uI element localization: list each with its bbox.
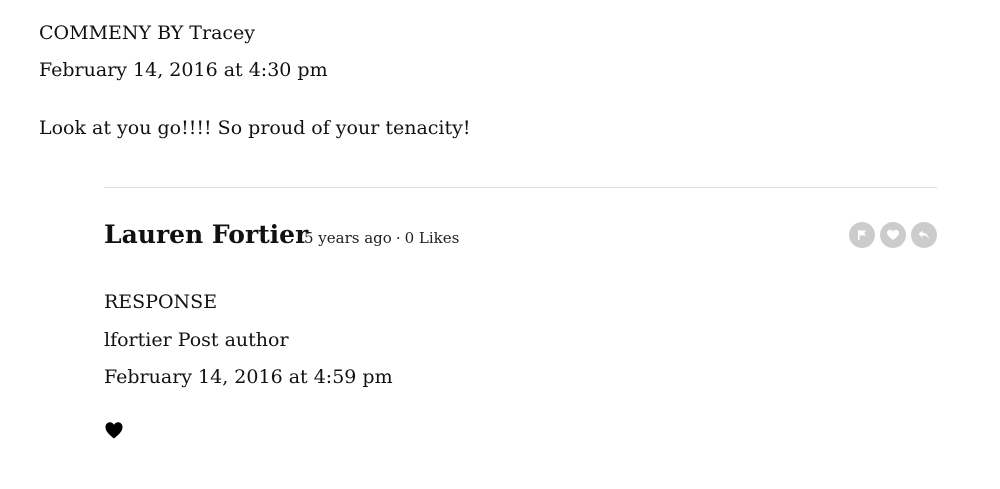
reply-arrow-icon: [918, 230, 929, 239]
reply-label: RESPONSE: [104, 291, 218, 313]
comment-author-line: COMMENY BY Tracey: [39, 22, 256, 44]
reply-button[interactable]: [911, 222, 937, 248]
reply-time-ago[interactable]: 5 years ago: [304, 229, 392, 247]
reply-meta: 5 years ago · 0 Likes: [304, 227, 459, 249]
heart-icon: [887, 229, 899, 240]
meta-separator: ·: [395, 229, 401, 247]
reply-author-name[interactable]: Lauren Fortier: [104, 217, 308, 253]
flag-icon: [858, 230, 866, 240]
reply-likes-count: 0 Likes: [404, 229, 460, 247]
reply-date: February 14, 2016 at 4:59 pm: [104, 366, 393, 388]
comment-text: Look at you go!!!! So proud of your tena…: [39, 117, 471, 139]
heart-icon: [104, 420, 124, 440]
reply-byline: lfortier Post author: [104, 329, 289, 351]
comment-divider: [104, 187, 937, 188]
reply-actions: [849, 222, 937, 248]
like-button[interactable]: [880, 222, 906, 248]
flag-button[interactable]: [849, 222, 875, 248]
comment-date: February 14, 2016 at 4:30 pm: [39, 59, 328, 81]
reply-header: Lauren Fortier 5 years ago · 0 Likes: [104, 217, 937, 253]
